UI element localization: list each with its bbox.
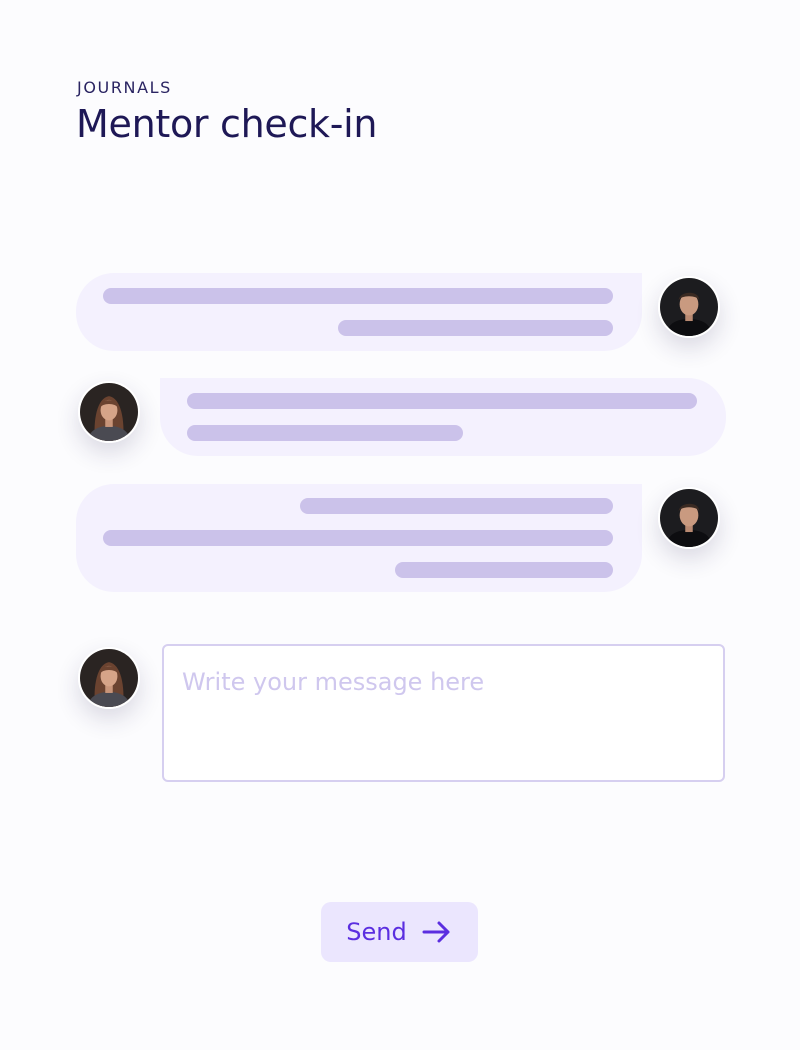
message-text-line — [187, 393, 697, 409]
page-title: Mentor check-in — [76, 102, 378, 146]
arrow-right-icon — [422, 921, 450, 943]
send-button[interactable]: Send — [321, 902, 478, 962]
message-text-line — [103, 288, 613, 304]
message-text-line — [395, 562, 613, 578]
mentor-checkin-page: JOURNALS Mentor check-in Write your mess… — [0, 0, 800, 1050]
section-label: JOURNALS — [77, 78, 172, 97]
message-bubble-mentee-1 — [160, 378, 726, 456]
message-input[interactable] — [162, 644, 725, 782]
message-bubble-mentor-1 — [76, 273, 642, 351]
message-text-line — [187, 425, 463, 441]
message-text-line — [103, 530, 613, 546]
man-avatar-icon — [658, 276, 720, 338]
woman-avatar-icon — [78, 381, 140, 443]
message-text-line — [300, 498, 613, 514]
message-bubble-mentor-2 — [76, 484, 642, 592]
woman-avatar-icon — [78, 647, 140, 709]
send-button-label: Send — [346, 918, 407, 946]
message-text-line — [338, 320, 613, 336]
man-avatar-icon — [658, 487, 720, 549]
